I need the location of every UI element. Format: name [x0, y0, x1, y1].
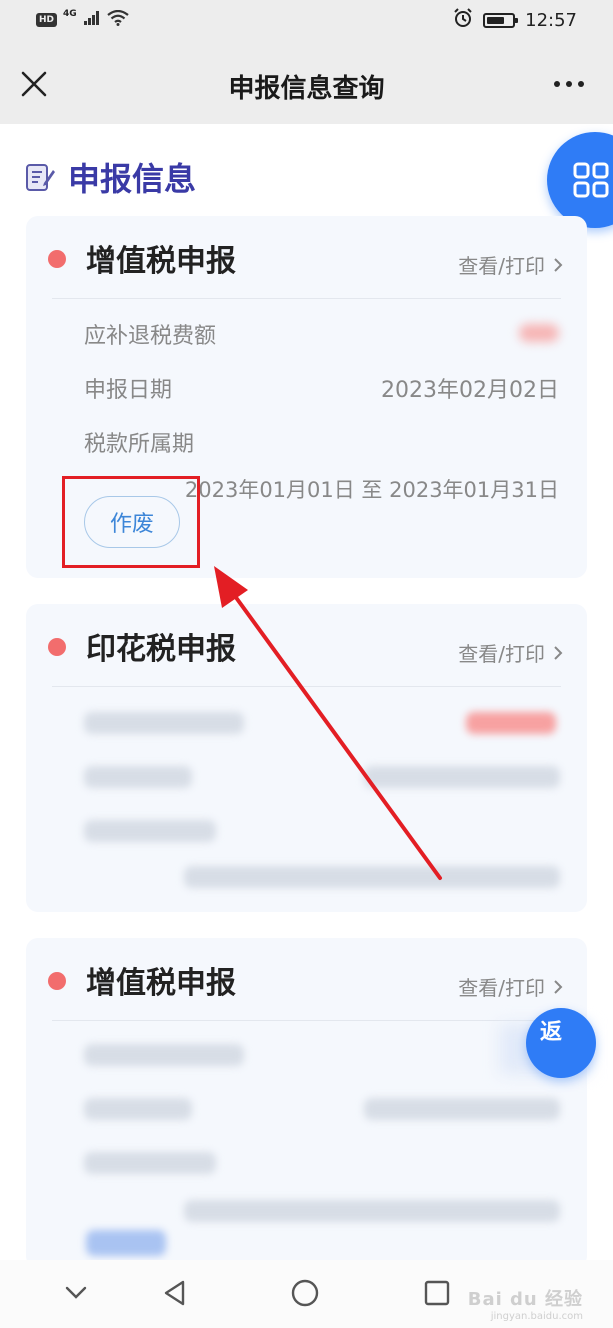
signal-icon	[83, 10, 101, 30]
nav-collapse-button[interactable]	[62, 1278, 90, 1310]
status-bar: HD 4G 12:57	[0, 0, 613, 44]
chevron-down-icon	[65, 1286, 87, 1299]
more-button[interactable]	[549, 70, 589, 98]
watermark-logo: Bai du 经验	[467, 1289, 583, 1310]
battery-icon	[483, 13, 519, 28]
watermark-url: jingyan.baidu.com	[490, 1311, 583, 1322]
nav-back-button[interactable]	[160, 1278, 190, 1312]
status-right: 12:57	[453, 8, 577, 33]
status-time: 12:57	[525, 10, 577, 31]
hd-badge: HD	[36, 13, 58, 27]
system-nav-bar: Bai du 经验 jingyan.baidu.com	[0, 1260, 613, 1328]
wifi-icon	[106, 9, 129, 30]
status-left: HD 4G	[36, 9, 129, 30]
square-recent-icon	[424, 1280, 450, 1306]
title-bar: 申报信息查询	[0, 44, 613, 124]
circle-home-icon	[291, 1279, 319, 1307]
alarm-icon	[453, 8, 473, 33]
nav-recent-button[interactable]	[422, 1278, 452, 1312]
annotation-arrow	[214, 566, 442, 880]
more-dots-icon	[554, 81, 560, 87]
battery-fill	[487, 17, 504, 24]
network-label: 4G	[63, 9, 77, 19]
nav-home-button[interactable]	[290, 1278, 320, 1312]
content: 申报信息 增值税申报 查看/打印 应补退税费额 申报日期 2023年02月02日…	[0, 124, 613, 1268]
triangle-back-icon	[164, 1280, 185, 1306]
watermark: Bai du 经验 jingyan.baidu.com	[468, 1285, 583, 1322]
page-title: 申报信息查询	[228, 74, 385, 104]
